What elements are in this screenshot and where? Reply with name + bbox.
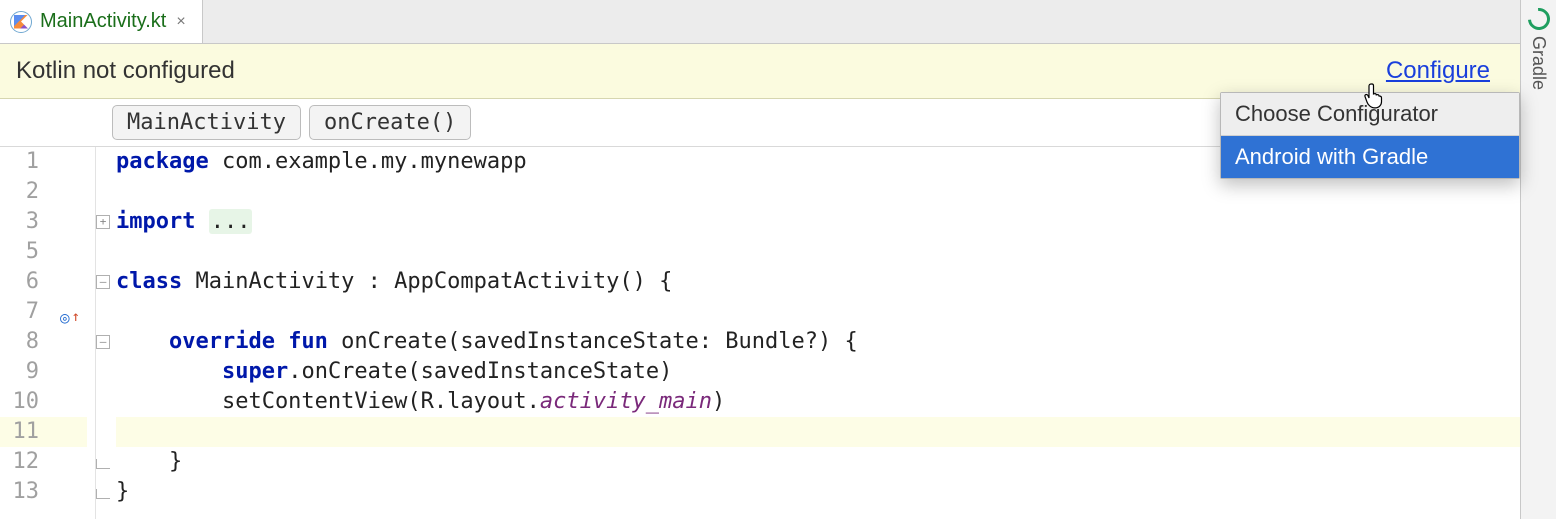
configurator-popup-title: Choose Configurator [1221, 93, 1519, 136]
line-gutter: 1235678910111213 [0, 147, 96, 519]
fold-column [96, 147, 116, 519]
gradle-icon[interactable] [1523, 4, 1554, 35]
kotlin-file-icon [10, 11, 32, 33]
code-line[interactable]: setContentView(R.layout.activity_main) [116, 387, 1520, 417]
gradle-tool-button[interactable]: Gradle [1528, 36, 1549, 90]
override-marker-icon[interactable] [51, 303, 89, 334]
fold-expand-icon[interactable] [96, 215, 110, 229]
configurator-popup: Choose Configurator Android with Gradle [1220, 92, 1520, 179]
line-number: 6 [0, 267, 87, 297]
close-icon[interactable]: × [174, 13, 187, 31]
editor-tab-title: MainActivity.kt [40, 10, 166, 33]
notification-message: Kotlin not configured [16, 57, 235, 85]
fold-collapse-icon[interactable] [96, 275, 110, 289]
code-line[interactable] [116, 417, 1520, 447]
line-number: 2 [0, 177, 87, 207]
fold-end-icon [96, 459, 110, 469]
line-number: 9 [0, 357, 87, 387]
code-editor[interactable]: 1235678910111213 package com.example.my.… [0, 147, 1520, 519]
line-number: 12 [0, 447, 87, 477]
breadcrumb-method[interactable]: onCreate() [309, 105, 471, 140]
line-number: 1 [0, 147, 87, 177]
fold-end-icon [96, 489, 110, 499]
line-number: 3 [0, 207, 87, 237]
line-number: 5 [0, 237, 87, 267]
code-area[interactable]: package com.example.my.mynewapp import .… [116, 147, 1520, 519]
line-number: 13 [0, 477, 87, 507]
code-line[interactable]: } [116, 477, 1520, 507]
configurator-option-android-gradle[interactable]: Android with Gradle [1221, 136, 1519, 178]
fold-collapse-icon[interactable] [96, 335, 110, 349]
code-line[interactable] [116, 177, 1520, 207]
code-line[interactable] [116, 237, 1520, 267]
code-line[interactable]: override fun onCreate(savedInstanceState… [116, 327, 1520, 357]
breadcrumb-class[interactable]: MainActivity [112, 105, 301, 140]
editor-tab-strip: MainActivity.kt × [0, 0, 1556, 44]
editor-tab-mainactivity[interactable]: MainActivity.kt × [0, 0, 203, 43]
right-tool-sidebar: Gradle [1520, 0, 1556, 519]
code-line[interactable]: } [116, 447, 1520, 477]
kotlin-not-configured-bar: Kotlin not configured Configure [0, 44, 1520, 99]
code-line[interactable]: super.onCreate(savedInstanceState) [116, 357, 1520, 387]
configure-link[interactable]: Configure [1386, 57, 1490, 85]
line-number: 10 [0, 387, 87, 417]
code-line[interactable]: import ... [116, 207, 1520, 237]
code-line[interactable]: class MainActivity : AppCompatActivity()… [116, 267, 1520, 297]
line-number: 11 [0, 417, 87, 447]
code-line[interactable] [116, 297, 1520, 327]
